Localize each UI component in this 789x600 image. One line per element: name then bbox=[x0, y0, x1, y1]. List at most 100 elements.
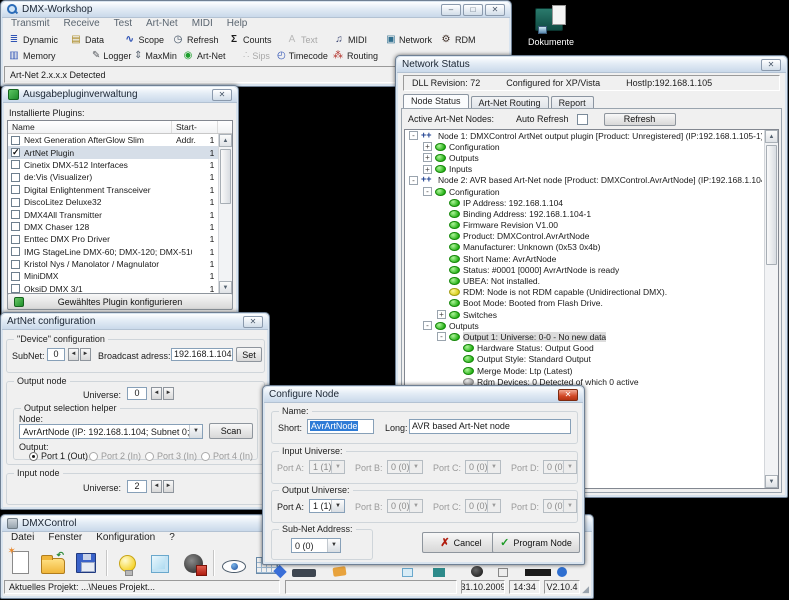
plugin-checkbox[interactable] bbox=[11, 198, 20, 207]
tree-item[interactable]: Short Name: AvrArtNode bbox=[405, 253, 778, 264]
save-project-button[interactable] bbox=[73, 548, 99, 578]
plugin-row[interactable]: Kristol Nys / Manolator / Magnulator1 bbox=[8, 258, 232, 270]
short-name-field[interactable]: AvrArtNode bbox=[307, 419, 374, 434]
tree-expander[interactable]: + bbox=[423, 142, 432, 151]
tree-item-selected[interactable]: -Output 1: Universe: 0-0 - No new data bbox=[405, 331, 778, 342]
tree-scrollbar[interactable]: ▲ ▼ bbox=[764, 130, 778, 488]
menu-test[interactable]: Test bbox=[107, 18, 139, 31]
tree-item[interactable]: +Configuration bbox=[405, 141, 778, 152]
close-button[interactable] bbox=[212, 89, 232, 101]
menu-artnet[interactable]: Art-Net bbox=[139, 18, 185, 31]
tree-item[interactable]: IP Address: 192.168.1.104 bbox=[405, 197, 778, 208]
plugin-row[interactable]: de:Vis (Visualizer)1 bbox=[8, 171, 232, 183]
node-dropdown[interactable]: AvrArtNode (IP: 192.168.1.104; Subnet 0;… bbox=[19, 424, 203, 439]
plugin-row[interactable]: Enttec DMX Pro Driver1 bbox=[8, 233, 232, 245]
scroll-up-arrow[interactable]: ▲ bbox=[765, 130, 778, 143]
input-universe-field[interactable]: 2 bbox=[127, 480, 147, 493]
scroll-up-arrow[interactable]: ▲ bbox=[219, 134, 232, 147]
plugin-checkbox[interactable] bbox=[11, 185, 20, 194]
open-project-button[interactable] bbox=[40, 548, 66, 578]
tree-item[interactable]: +Outputs bbox=[405, 152, 778, 163]
plugin-checkbox[interactable] bbox=[11, 260, 20, 269]
input-universe-spinner[interactable]: ◄► bbox=[151, 480, 174, 493]
dynamic-button[interactable]: Dynamic bbox=[4, 35, 66, 45]
memory-button[interactable]: Memory bbox=[4, 51, 88, 61]
plugin-row[interactable]: DiscoLitez Deluxe321 bbox=[8, 196, 232, 208]
tree-item[interactable]: Firmware Revision V1.00 bbox=[405, 220, 778, 231]
column-header-name[interactable]: Name bbox=[8, 121, 172, 133]
light-scene-button[interactable] bbox=[114, 548, 140, 578]
long-name-field[interactable]: AVR based Art-Net node bbox=[409, 419, 571, 434]
tree-item[interactable]: Merge Mode: Ltp (Latest) bbox=[405, 365, 778, 376]
menu-midi[interactable]: MIDI bbox=[185, 18, 220, 31]
close-button[interactable] bbox=[485, 4, 505, 16]
close-button[interactable] bbox=[243, 316, 263, 328]
subnet-spinner[interactable]: ◄► bbox=[68, 348, 91, 361]
plugin-row[interactable]: DMX4All Transmitter1 bbox=[8, 208, 232, 220]
scroll-down-arrow[interactable]: ▼ bbox=[765, 475, 778, 488]
tree-item[interactable]: Manufacturer: Unknown (0x53 0x4b) bbox=[405, 242, 778, 253]
tree-expander[interactable]: - bbox=[437, 332, 446, 341]
tree-item[interactable]: Boot Mode: Booted from Flash Drive. bbox=[405, 298, 778, 309]
configure-plugin-button[interactable]: Gewähltes Plugin konfigurieren bbox=[7, 293, 233, 310]
tree-item[interactable]: RDM: Node is not RDM capable (Unidirecti… bbox=[405, 287, 778, 298]
midi-button[interactable]: MIDI bbox=[329, 35, 382, 45]
tree-expander[interactable]: - bbox=[409, 131, 418, 140]
tree-expander[interactable]: - bbox=[409, 176, 418, 185]
output-universe-field[interactable]: 0 bbox=[127, 387, 147, 400]
network-button[interactable]: Network bbox=[382, 35, 436, 45]
resize-grip[interactable]: ◢ bbox=[582, 584, 589, 595]
plugin-row[interactable]: DMX Chaser 1281 bbox=[8, 221, 232, 233]
refresh-nodes-button[interactable]: Refresh bbox=[604, 113, 676, 126]
visualizer-button[interactable] bbox=[221, 548, 247, 578]
plugin-row-selected[interactable]: ArtNet Plugin1 bbox=[8, 146, 232, 158]
tree-item[interactable]: Output Style: Standard Output bbox=[405, 354, 778, 365]
maximize-button[interactable] bbox=[463, 4, 483, 16]
plugin-row[interactable]: Digital Enlightenment Transceiver1 bbox=[8, 184, 232, 196]
routing-button[interactable]: Routing bbox=[328, 51, 384, 61]
tree-expander[interactable]: + bbox=[423, 153, 432, 162]
titlebar-network-status[interactable]: Network Status bbox=[397, 57, 786, 73]
new-project-button[interactable] bbox=[7, 548, 33, 578]
output-universe-spinner[interactable]: ◄► bbox=[151, 387, 174, 400]
tree-item[interactable]: +Switches bbox=[405, 309, 778, 320]
scope-button[interactable]: Scope bbox=[120, 35, 168, 45]
titlebar-artnet-configuration[interactable]: ArtNet configuration bbox=[2, 314, 268, 330]
plugin-list-scrollbar[interactable]: ▲ ▼ bbox=[218, 134, 232, 294]
desktop-icon-dokumente[interactable]: Dokumente bbox=[512, 3, 590, 47]
counts-button[interactable]: Counts bbox=[224, 35, 282, 45]
tree-expander[interactable]: + bbox=[437, 310, 446, 319]
scroll-thumb[interactable] bbox=[766, 145, 777, 265]
plugin-checkbox[interactable] bbox=[11, 148, 20, 157]
plugin-checkbox[interactable] bbox=[11, 235, 20, 244]
plugin-checkbox[interactable] bbox=[11, 272, 20, 281]
plugin-row[interactable]: Next Generation AfterGlow Slim1 bbox=[8, 134, 232, 146]
broadcast-address-field[interactable]: 192.168.1.104 bbox=[171, 348, 233, 361]
tree-item[interactable]: Binding Address: 192.168.1.104-1 bbox=[405, 208, 778, 219]
menu-help[interactable]: ? bbox=[162, 532, 182, 545]
menu-transmit[interactable]: Transmit bbox=[4, 18, 57, 31]
plugin-checkbox[interactable] bbox=[11, 247, 20, 256]
menu-receive[interactable]: Receive bbox=[57, 18, 107, 31]
titlebar-dmx-workshop[interactable]: DMX-Workshop bbox=[2, 2, 510, 18]
menu-help[interactable]: Help bbox=[220, 18, 255, 31]
minimize-button[interactable] bbox=[441, 4, 461, 16]
tree-expander[interactable]: - bbox=[423, 321, 432, 330]
plugin-row[interactable]: MiniDMX1 bbox=[8, 270, 232, 282]
subnet-address-dropdown[interactable]: 0 (0)▼ bbox=[291, 538, 341, 553]
cancel-button[interactable]: ✗ Cancel bbox=[422, 532, 500, 553]
tree-item[interactable]: -Node 1: DMXControl ArtNet output plugin… bbox=[405, 130, 778, 141]
tree-expander[interactable]: + bbox=[423, 165, 432, 174]
tree-item[interactable]: -Node 2: AVR based Art-Net node [Product… bbox=[405, 175, 778, 186]
port1-out-radio[interactable]: Port 1 (Out) bbox=[29, 451, 88, 461]
scroll-thumb[interactable] bbox=[220, 149, 231, 204]
program-node-button[interactable]: ✓ Program Node bbox=[492, 532, 580, 553]
plugin-row[interactable]: IMG StageLine DMX-60; DMX-120; DMX-510..… bbox=[8, 246, 232, 258]
plugin-checkbox[interactable] bbox=[11, 173, 20, 182]
titlebar-configure-node[interactable]: Configure Node bbox=[264, 387, 583, 403]
tree-item[interactable]: Hardware Status: Output Good bbox=[405, 343, 778, 354]
menu-fenster[interactable]: Fenster bbox=[41, 532, 89, 545]
tree-expander[interactable]: - bbox=[423, 187, 432, 196]
timecode-button[interactable]: Timecode bbox=[273, 51, 328, 61]
close-button[interactable] bbox=[761, 59, 781, 71]
